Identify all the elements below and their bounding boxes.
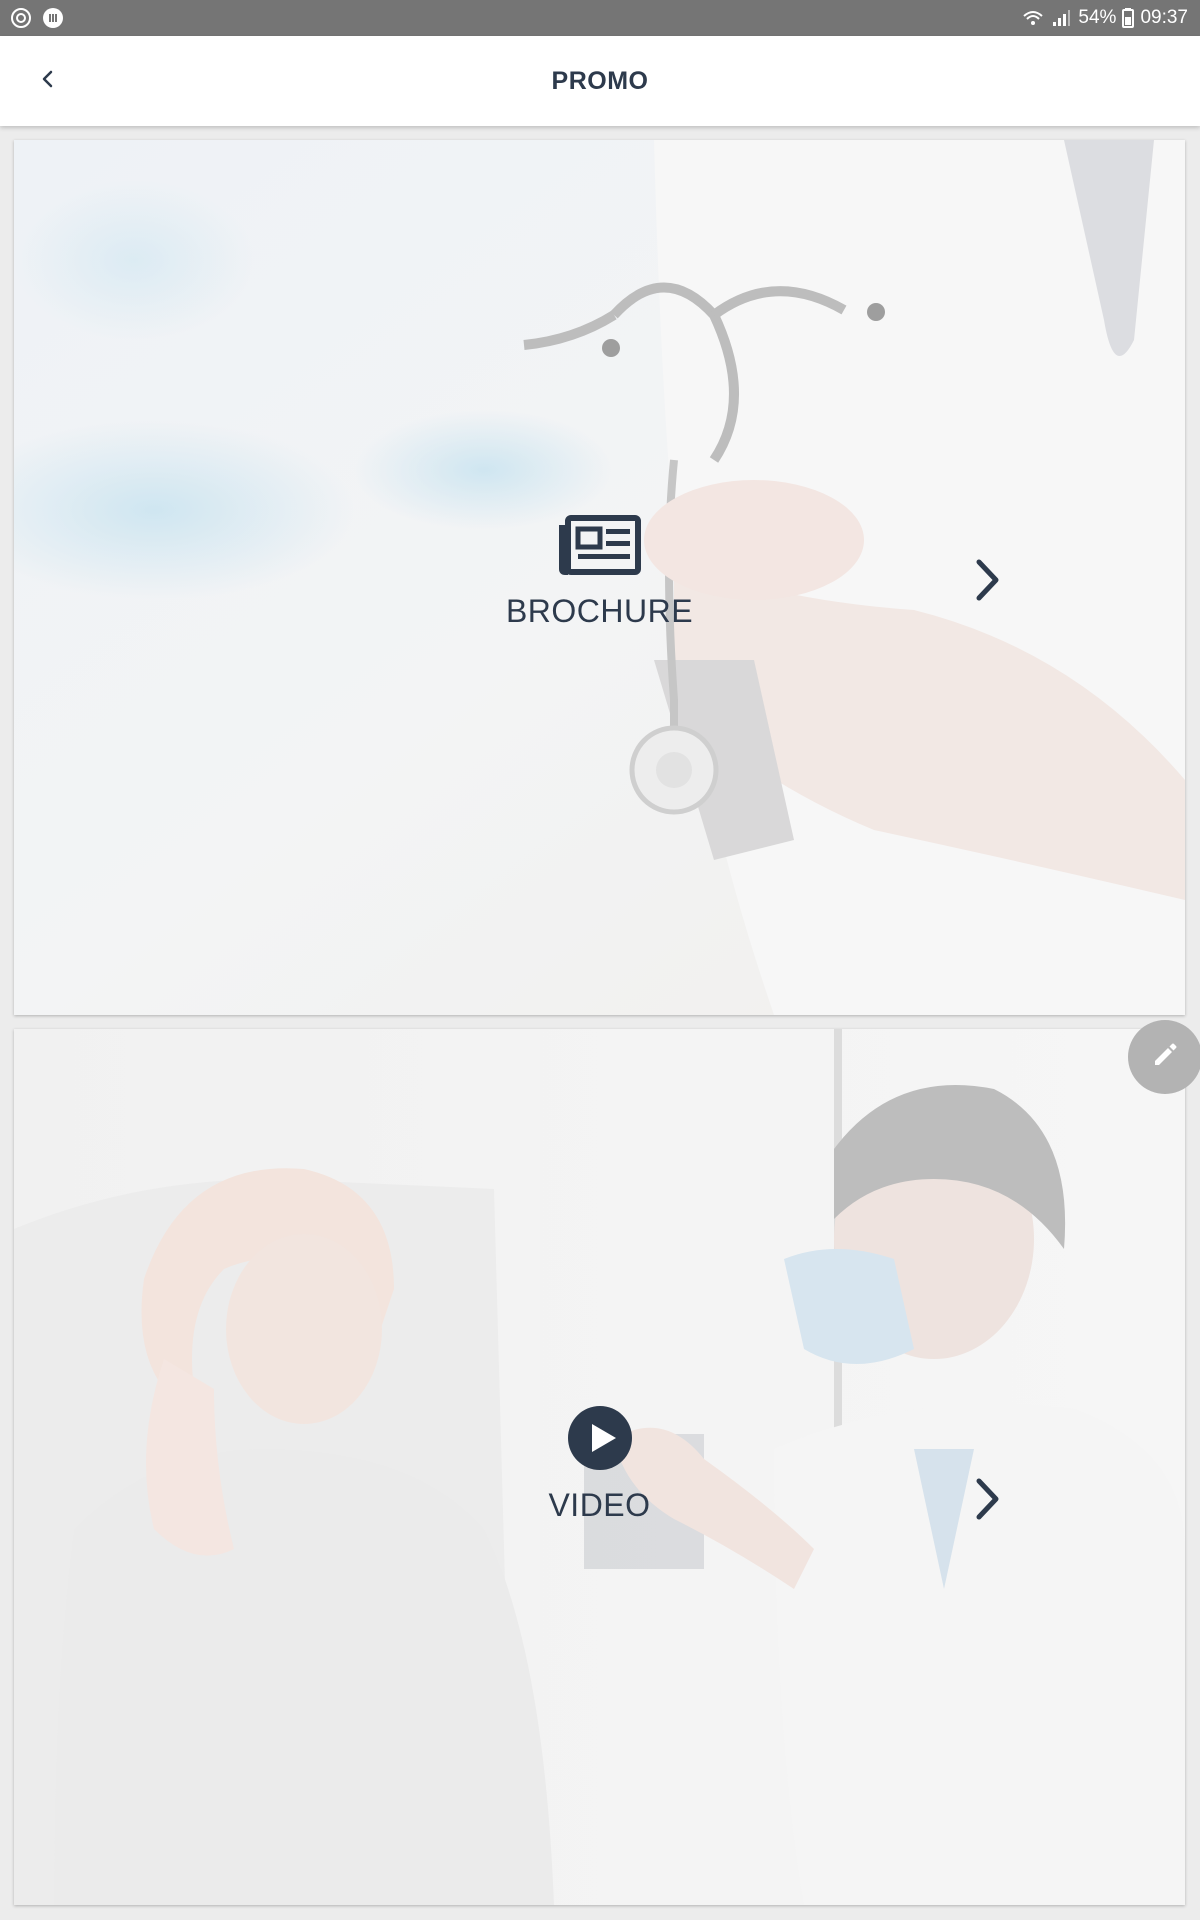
wifi-icon (1022, 7, 1044, 29)
brochure-label: BROCHURE (505, 593, 694, 629)
video-content: VIDEO (14, 1406, 1185, 1524)
video-card[interactable]: VIDEO (14, 1029, 1185, 1905)
signal-icon (1050, 7, 1072, 29)
brochure-card[interactable]: BROCHURE (14, 140, 1185, 1015)
video-label: VIDEO (548, 1487, 651, 1523)
status-left (10, 7, 64, 29)
sync-icon (10, 7, 32, 29)
clock: 09:37 (1140, 7, 1188, 28)
media-icon (42, 7, 64, 29)
chevron-left-icon (40, 67, 56, 96)
battery-icon (1122, 7, 1135, 29)
battery-percent: 54% (1078, 7, 1117, 28)
play-circle-icon (567, 1406, 632, 1475)
chevron-right-icon (967, 550, 1007, 610)
status-bar: 54% 09:37 (0, 0, 1200, 36)
status-right: 54% 09:37 (1022, 7, 1188, 29)
brochure-content: BROCHURE (14, 514, 1185, 630)
newspaper-icon (558, 514, 642, 581)
back-button[interactable] (24, 57, 72, 105)
app-bar: PROMO (0, 36, 1200, 126)
edit-button[interactable] (1128, 1020, 1200, 1094)
page-title: PROMO (551, 67, 649, 95)
pencil-icon (1150, 1040, 1180, 1075)
chevron-right-icon (967, 1469, 1007, 1529)
